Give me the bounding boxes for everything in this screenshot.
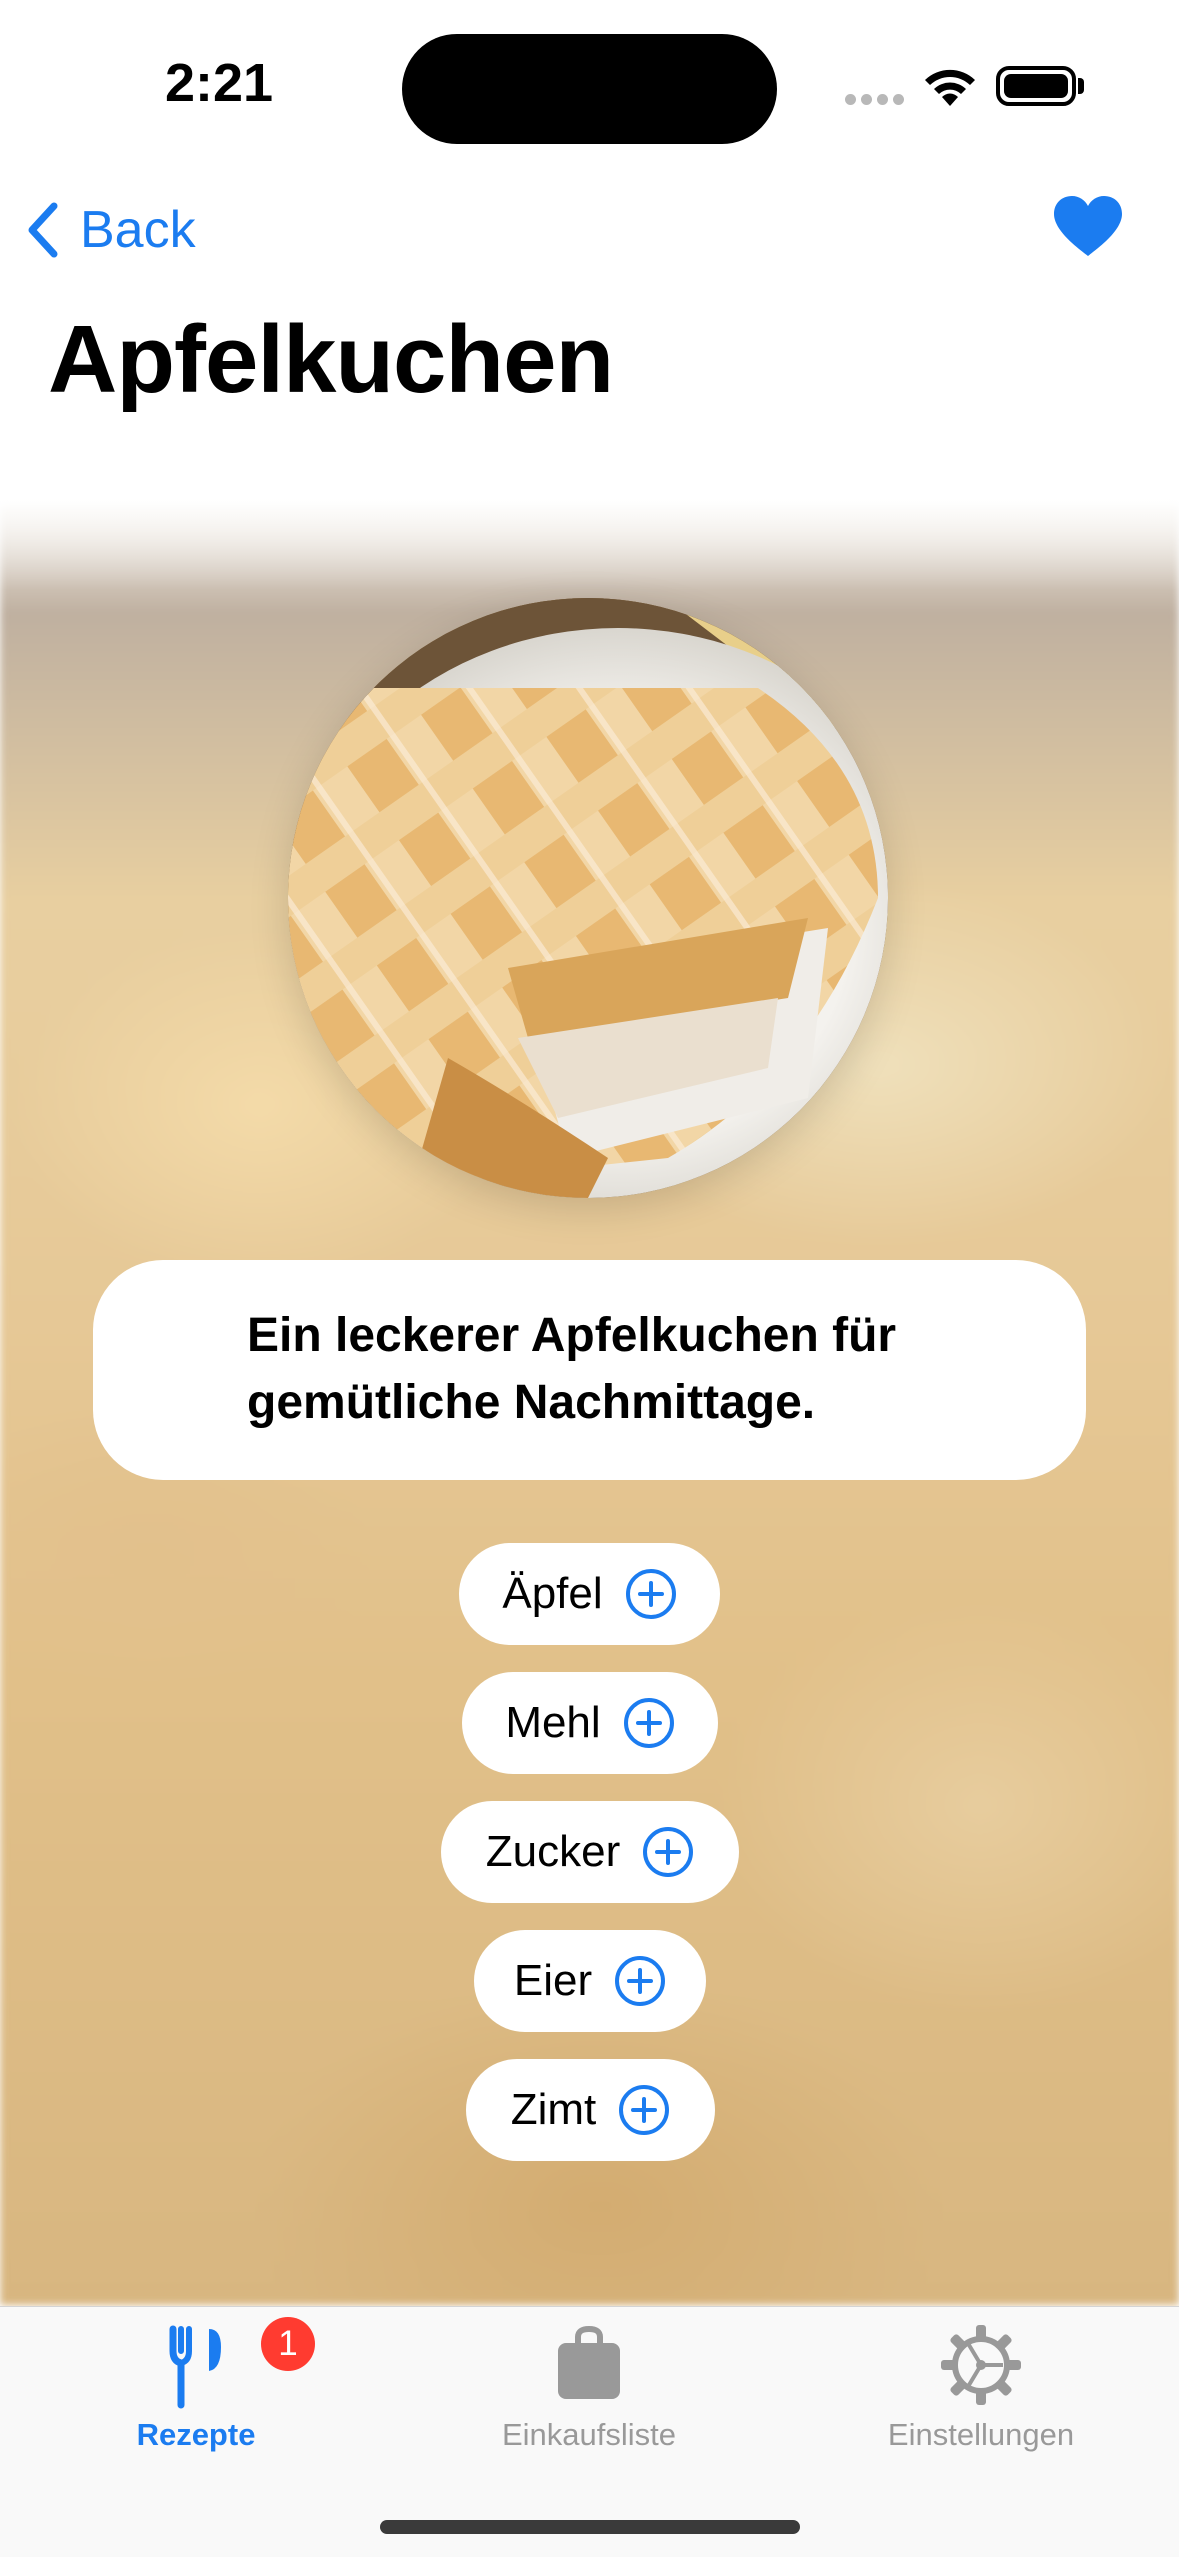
ingredient-chip: Mehl (462, 1672, 718, 1774)
page-title: Apfelkuchen (48, 306, 614, 413)
favorite-heart-icon[interactable] (1052, 194, 1124, 258)
plus-circle-icon (625, 1569, 676, 1619)
add-to-list-button[interactable] (625, 1568, 677, 1620)
tab-settings-label: Einstellungen (887, 2417, 1075, 2452)
navigation-bar: Back (0, 170, 1179, 290)
cellular-signal-icon (845, 92, 909, 110)
ingredient-name: Zimt (510, 2085, 597, 2134)
ingredient-chip: Zimt (466, 2059, 715, 2161)
plus-circle-icon (643, 1827, 694, 1877)
status-bar: 2:21 (0, 0, 1179, 170)
plus-circle-icon (623, 1698, 674, 1748)
plus-circle-icon (615, 1956, 666, 2006)
add-to-list-button[interactable] (623, 1697, 675, 1749)
notification-badge: 1 (261, 2317, 315, 2371)
ingredient-chip: Äpfel (459, 1543, 720, 1645)
wifi-icon (925, 69, 975, 106)
tab-shopping-list-label: Einkaufsliste (501, 2417, 677, 2452)
fork-knife-icon (169, 2325, 221, 2409)
recipe-image (288, 598, 888, 1198)
bag-icon (558, 2325, 620, 2399)
tab-recipes-label: Rezepte (136, 2417, 256, 2452)
battery-icon (996, 66, 1076, 106)
dynamic-island (402, 34, 777, 144)
ingredient-chip: Eier (474, 1930, 706, 2032)
plus-circle-icon (619, 2085, 670, 2135)
add-to-list-button[interactable] (618, 2084, 670, 2136)
ingredient-name: Äpfel (502, 1569, 603, 1618)
gear-icon (941, 2325, 1021, 2405)
ingredient-name: Zucker (485, 1827, 621, 1876)
recipe-description: Ein leckerer Apfelkuchen für gemütliche … (93, 1260, 1086, 1480)
back-label: Back (80, 201, 196, 259)
back-button[interactable]: Back (24, 200, 196, 260)
ingredient-chip: Zucker (441, 1801, 739, 1903)
add-to-list-button[interactable] (642, 1826, 694, 1878)
chevron-left-icon (28, 202, 58, 258)
background-fade (0, 480, 1179, 590)
add-to-list-button[interactable] (614, 1955, 666, 2007)
ingredient-name: Mehl (505, 1698, 601, 1747)
home-indicator (380, 2520, 800, 2534)
status-time: 2:21 (165, 53, 274, 113)
ingredient-name: Eier (513, 1956, 593, 2005)
battery-tip (1078, 78, 1084, 94)
apple-pie-illustration (288, 598, 888, 1198)
